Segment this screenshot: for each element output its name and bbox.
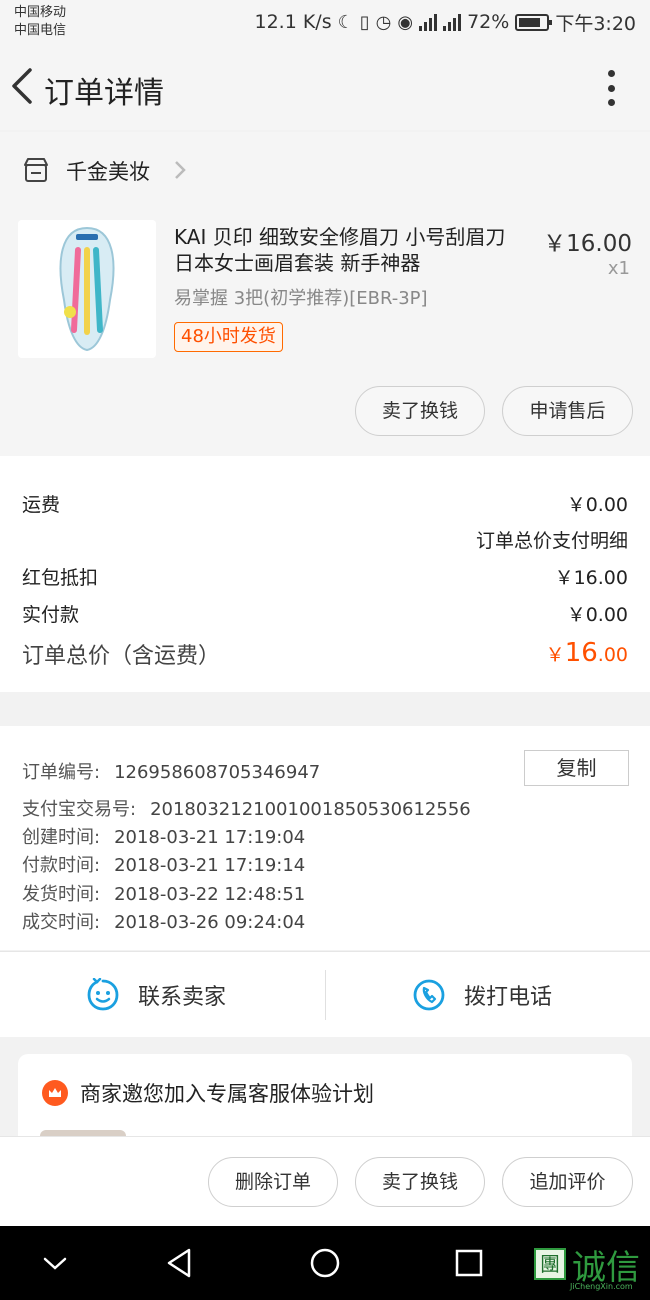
contact-seller-button[interactable]: 联系卖家 [86, 952, 226, 1038]
order-total-value: ￥16.00 [546, 638, 628, 668]
alarm-icon: ◷ [375, 11, 392, 33]
product-title-line-1: KAI 贝印 细致安全修眉刀 小号刮眉刀 [174, 225, 506, 249]
phone-icon [413, 979, 445, 1011]
battery-level: 72% [467, 11, 510, 33]
store-icon [24, 158, 48, 182]
shipped-time-row: 发货时间: 2018-03-22 12:48:51 [22, 880, 305, 906]
shipping-fee-label: 运费 [22, 494, 61, 516]
eye-icon: ◉ [397, 11, 414, 33]
crown-badge-icon [42, 1080, 68, 1106]
page-title: 订单详情 [44, 76, 164, 111]
created-time: 2018-03-21 17:19:04 [114, 827, 306, 848]
more-menu-icon[interactable] [606, 70, 616, 106]
back-arrow-icon[interactable] [8, 64, 38, 108]
copy-button[interactable]: 复制 [524, 750, 629, 786]
carrier-1: 中国移动 [14, 5, 67, 20]
service-invite-text: 商家邀您加入专属客服体验计划 [80, 1082, 374, 1106]
signal-2g-icon [419, 13, 438, 31]
sell-for-cash-button[interactable]: 卖了换钱 [355, 386, 485, 436]
vibrate-icon: ▯ [359, 11, 370, 33]
sell-for-cash-bottom-button[interactable]: 卖了换钱 [355, 1157, 485, 1207]
call-phone-button[interactable]: 拨打电话 [412, 952, 552, 1038]
order-number-label: 订单编号: [22, 762, 101, 783]
product-title-line-2: 日本女士画眉套装 新手神器 [174, 251, 421, 275]
net-speed: 12.1 K/s [254, 11, 332, 33]
paid-time: 2018-03-21 17:19:14 [114, 855, 306, 876]
chevron-down-icon[interactable] [36, 1244, 74, 1282]
shop-row[interactable]: 千金美妆 [0, 132, 650, 208]
redpacket-value: ￥16.00 [554, 567, 628, 589]
watermark-logo: 團 诚信 JiChengXin.com [532, 1234, 650, 1296]
call-phone-label: 拨打电话 [464, 985, 553, 1010]
created-time-label: 创建时间: [22, 827, 101, 848]
chevron-right-icon [175, 161, 186, 179]
carrier-info: 中国移动 中国电信 [14, 4, 66, 40]
carrier-2: 中国电信 [14, 23, 67, 38]
alipay-number: 2018032121001001850530612556 [150, 799, 471, 820]
product-price: ￥16.00 [543, 231, 632, 257]
redpacket-label: 红包抵扣 [22, 567, 99, 589]
chat-bubble-icon [87, 978, 119, 1011]
order-number-row: 订单编号: 126958608705346947 [22, 758, 320, 784]
shipping-fee-value: ￥0.00 [566, 494, 628, 516]
shipped-time: 2018-03-22 12:48:51 [114, 884, 306, 905]
moon-icon: ☾ [337, 11, 354, 33]
order-item[interactable]: KAI 贝印 细致安全修眉刀 小号刮眉刀 日本女士画眉套装 新手神器 易掌握 3… [0, 208, 650, 456]
product-thumbnail[interactable] [18, 220, 156, 358]
completed-time-label: 成交时间: [22, 912, 101, 933]
add-review-button[interactable]: 追加评价 [502, 1157, 633, 1207]
order-total-label: 订单总价（含运费） [22, 644, 221, 669]
home-circle-icon[interactable] [306, 1244, 344, 1282]
delete-order-button[interactable]: 删除订单 [208, 1157, 338, 1207]
battery-icon [515, 13, 553, 31]
order-info: 订单编号: 126958608705346947 复制 支付宝交易号: 201803… [0, 726, 650, 950]
product-title[interactable]: KAI 贝印 细致安全修眉刀 小号刮眉刀 日本女士画眉套装 新手神器 [174, 224, 534, 276]
order-total-currency: ￥ [545, 644, 565, 666]
signal-4g-icon [443, 13, 462, 31]
shipping-tag: 48小时发货 [174, 322, 283, 352]
status-bar: 中国移动 中国电信 12.1 K/s ☾ ▯ ◷ ◉ 72% 下午3:20 [0, 0, 650, 46]
completed-time: 2018-03-26 09:24:04 [114, 912, 306, 933]
app-header: 订单详情 [0, 46, 650, 130]
order-number: 126958608705346947 [114, 762, 321, 783]
paid-time-label: 付款时间: [22, 855, 101, 876]
paid-time-row: 付款时间: 2018-03-21 17:19:14 [22, 851, 305, 877]
watermark-box: 團 [534, 1248, 566, 1280]
alipay-number-row: 支付宝交易号: 2018032121001001850530612556 [22, 795, 471, 821]
contact-divider [325, 970, 326, 1020]
paid-amount-value: ￥0.00 [566, 604, 628, 626]
bottom-action-bar: 删除订单 卖了换钱 追加评价 [0, 1136, 650, 1226]
paid-amount-label: 实付款 [22, 604, 80, 626]
order-total-integer: 16 [564, 638, 598, 668]
completed-time-row: 成交时间: 2018-03-26 09:24:04 [22, 908, 305, 934]
payment-detail-link[interactable]: 订单总价支付明细 [476, 526, 628, 553]
watermark-url: JiChengXin.com [570, 1282, 633, 1291]
alipay-number-label: 支付宝交易号: [22, 799, 137, 820]
shop-name: 千金美妆 [66, 160, 150, 184]
recent-apps-icon[interactable] [450, 1244, 488, 1282]
order-total-decimal: .00 [597, 644, 628, 666]
status-indicators: 12.1 K/s ☾ ▯ ◷ ◉ 72% 下午3:20 [255, 8, 637, 36]
product-quantity: x1 [607, 258, 630, 279]
apply-aftersale-button[interactable]: 申请售后 [502, 386, 633, 436]
created-time-row: 创建时间: 2018-03-21 17:19:04 [22, 823, 305, 849]
product-sku: 易掌握 3把(初学推荐)[EBR-3P] [174, 288, 428, 309]
shipped-time-label: 发货时间: [22, 884, 101, 905]
contact-seller-label: 联系卖家 [138, 985, 227, 1010]
back-triangle-icon[interactable] [161, 1244, 199, 1282]
clock: 下午3:20 [555, 12, 636, 35]
contact-bar: 联系卖家 拨打电话 [0, 951, 650, 1037]
fee-summary: 运费 ￥0.00 订单总价支付明细 红包抵扣 ￥16.00 实付款 ￥0.00 … [0, 456, 650, 692]
